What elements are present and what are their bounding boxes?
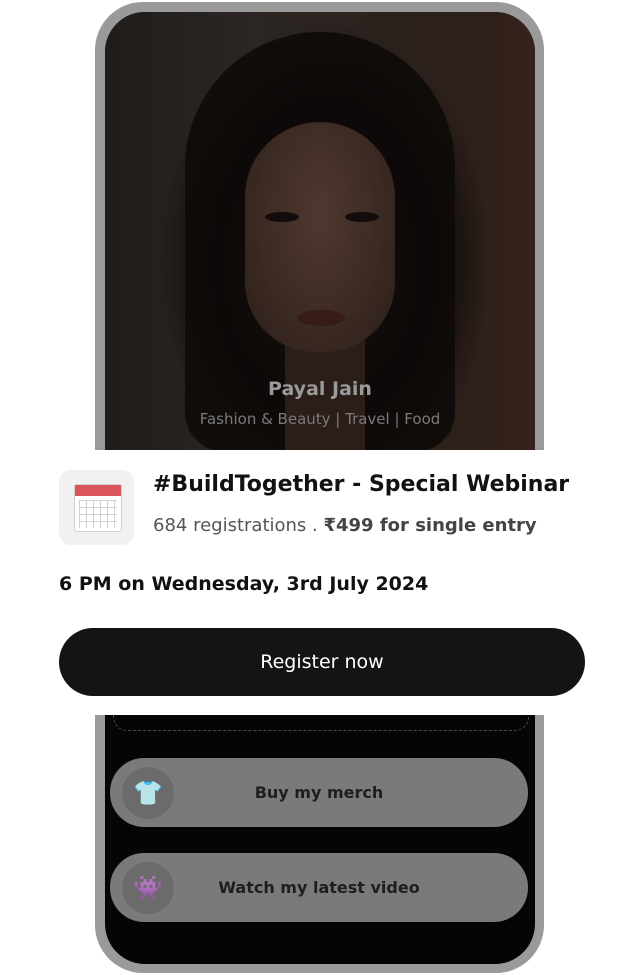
registrations-count: 684 registrations [153, 515, 307, 536]
profile-name: Payal Jain [268, 378, 372, 400]
event-price: ₹499 for single entry [323, 515, 537, 536]
event-meta: 684 registrations . ₹499 for single entr… [153, 515, 537, 536]
meta-separator: . [306, 515, 324, 536]
calendar-header [75, 485, 121, 496]
link-label: Watch my latest video [218, 878, 420, 897]
link-button-merch[interactable]: 👕 Buy my merch [110, 758, 528, 827]
event-datetime: 6 PM on Wednesday, 3rd July 2024 [59, 573, 429, 595]
register-button[interactable]: Register now [59, 628, 585, 696]
event-title: #BuildTogether - Special Webinar [153, 472, 570, 497]
calendar-grid [79, 500, 117, 528]
link-button-video[interactable]: 👾 Watch my latest video [110, 853, 528, 922]
calendar-page [74, 484, 122, 532]
profile-cover-photo: Payal Jain Fashion & Beauty | Travel | F… [105, 12, 535, 452]
link-label: Buy my merch [254, 783, 384, 802]
profile-tags: Fashion & Beauty | Travel | Food [199, 410, 441, 428]
